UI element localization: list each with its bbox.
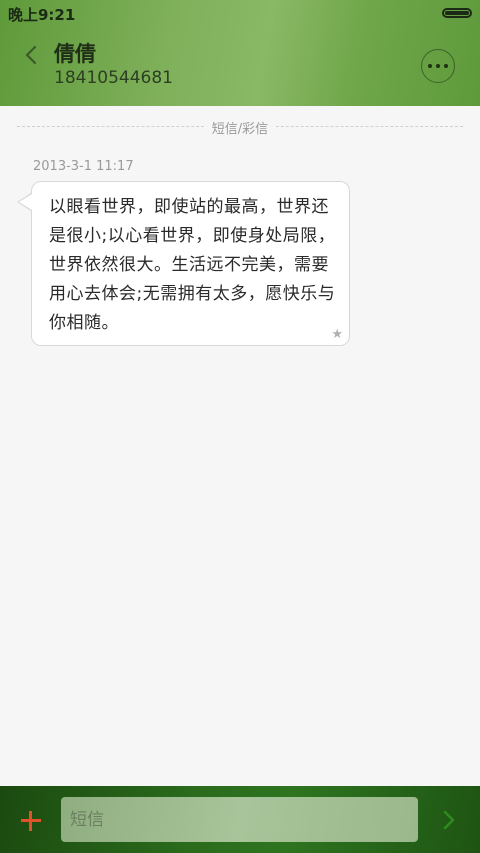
back-button[interactable] [16, 40, 46, 70]
send-arrow-icon [443, 810, 455, 830]
chevron-left-icon [25, 45, 37, 65]
bubble-tail [19, 194, 32, 210]
send-button[interactable] [436, 806, 462, 834]
message-input-container[interactable] [61, 797, 418, 842]
contact-number: 18410544681 [54, 68, 173, 88]
status-time: 晚上9:21 [8, 6, 76, 24]
conversation-divider: 短信/彩信 [17, 118, 463, 137]
more-dots-icon [436, 64, 440, 68]
contact-name: 倩倩 [54, 42, 96, 66]
composer-bar [0, 786, 480, 853]
app-header: 晚上9:21 倩倩 18410544681 [0, 0, 480, 106]
star-icon[interactable]: ★ [331, 327, 343, 342]
more-options-button[interactable] [421, 49, 455, 83]
status-bar: 晚上9:21 [0, 0, 480, 26]
add-attachment-button[interactable] [16, 806, 46, 836]
message-input[interactable] [61, 797, 418, 842]
more-dots-icon [444, 64, 448, 68]
more-dots-icon [428, 64, 432, 68]
battery-icon [442, 8, 472, 18]
divider-label: 短信/彩信 [203, 118, 277, 137]
battery-fill [445, 11, 469, 15]
message-text: 以眼看世界，即使站的最高，世界还是很小;以心看世界，即使身处局限，世界依然很大。… [49, 197, 336, 333]
message-timestamp: 2013-3-1 11:17 [33, 159, 134, 174]
message-bubble[interactable]: 以眼看世界，即使站的最高，世界还是很小;以心看世界，即使身处局限，世界依然很大。… [31, 181, 350, 346]
